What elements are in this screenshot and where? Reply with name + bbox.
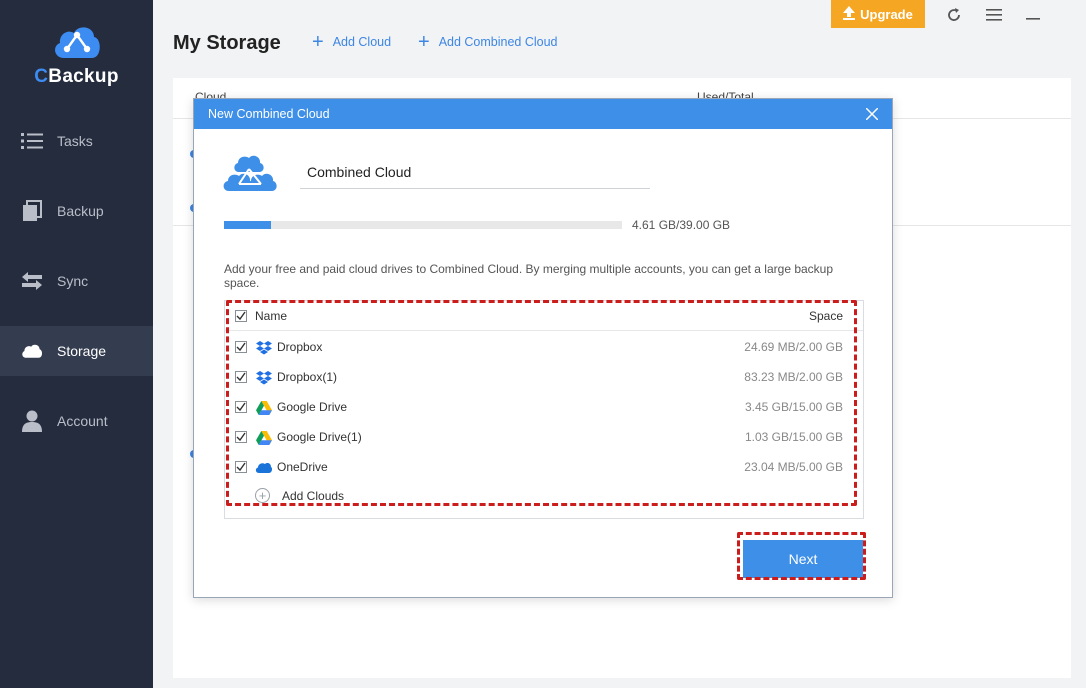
- item-space: 83.23 MB/2.00 GB: [744, 370, 843, 384]
- dialog-titlebar: New Combined Cloud: [194, 99, 892, 129]
- sidebar-item-label: Storage: [57, 343, 107, 359]
- check-icon: [236, 342, 246, 352]
- add-clouds-button[interactable]: + Add Clouds: [255, 488, 344, 503]
- app-logo: CBackup: [0, 22, 153, 88]
- select-all-checkbox[interactable]: [235, 310, 247, 322]
- dialog-close-button[interactable]: [862, 104, 882, 124]
- item-space: 24.69 MB/2.00 GB: [744, 340, 843, 354]
- sidebar-item-tasks[interactable]: Tasks: [0, 116, 153, 166]
- list-icon: [21, 130, 43, 152]
- onedrive-icon: [255, 459, 272, 476]
- item-checkbox[interactable]: [235, 371, 247, 383]
- page-title: My Storage: [173, 32, 281, 54]
- google-drive-icon: [255, 399, 272, 416]
- dialog-description: Add your free and paid cloud drives to C…: [224, 262, 834, 290]
- item-checkbox[interactable]: [235, 341, 247, 353]
- check-icon: [236, 402, 246, 412]
- sidebar: CBackup Tasks Backup Sync Storage Accoun…: [0, 0, 153, 688]
- sidebar-item-label: Backup: [57, 203, 104, 219]
- item-space: 23.04 MB/5.00 GB: [744, 460, 843, 474]
- plus-icon: +: [418, 31, 430, 53]
- add-cloud-button[interactable]: + Add Cloud: [312, 31, 391, 53]
- storage-usage-fill: [224, 221, 271, 229]
- copy-icon: [21, 200, 43, 222]
- plus-circle-icon: +: [255, 488, 270, 503]
- item-name: Dropbox(1): [277, 370, 338, 384]
- plus-icon: +: [312, 31, 324, 53]
- menu-button[interactable]: [982, 4, 1006, 26]
- dropbox-icon: [255, 369, 272, 386]
- upgrade-button[interactable]: Upgrade: [831, 0, 925, 28]
- sidebar-item-backup[interactable]: Backup: [0, 186, 153, 236]
- refresh-icon: [948, 8, 960, 21]
- cloud-list-header: Name Space: [225, 301, 863, 331]
- cloud-icon: [21, 340, 43, 362]
- sidebar-item-account[interactable]: Account: [0, 396, 153, 446]
- cloud-list-item[interactable]: Dropbox 24.69 MB/2.00 GB: [225, 332, 863, 362]
- upgrade-arrow-icon: [843, 5, 856, 23]
- item-checkbox[interactable]: [235, 461, 247, 473]
- storage-usage-text: 4.61 GB/39.00 GB: [632, 218, 731, 232]
- check-icon: [236, 311, 246, 321]
- cbackup-logo-icon: [54, 27, 100, 58]
- cloud-list-item[interactable]: OneDrive 23.04 MB/5.00 GB: [225, 452, 863, 482]
- sidebar-item-label: Tasks: [57, 133, 93, 149]
- refresh-button[interactable]: [942, 4, 966, 26]
- app-name: CBackup: [34, 66, 119, 87]
- cloud-drive-list: Name Space Dropbox 24.69 MB/2.00 GB Drop…: [224, 300, 864, 519]
- minimize-button[interactable]: [1021, 4, 1045, 26]
- cloud-list-item[interactable]: Google Drive 3.45 GB/15.00 GB: [225, 392, 863, 422]
- item-name: OneDrive: [277, 460, 328, 474]
- combined-cloud-name-input[interactable]: [300, 155, 650, 189]
- combined-cloud-icon: [223, 154, 277, 199]
- column-header-name: Name: [255, 309, 288, 323]
- cloud-list-item[interactable]: Google Drive(1) 1.03 GB/15.00 GB: [225, 422, 863, 452]
- item-space: 1.03 GB/15.00 GB: [744, 430, 843, 444]
- minimize-icon: [1026, 18, 1040, 20]
- item-checkbox[interactable]: [235, 401, 247, 413]
- sidebar-item-sync[interactable]: Sync: [0, 256, 153, 306]
- new-combined-cloud-dialog: New Combined Cloud 4.61 GB/39.00 GB Add …: [193, 98, 893, 598]
- sync-arrows-icon: [21, 270, 43, 292]
- check-icon: [236, 372, 246, 382]
- user-icon: [21, 410, 43, 432]
- sidebar-item-label: Account: [57, 413, 108, 429]
- next-button[interactable]: Next: [743, 540, 863, 578]
- check-icon: [236, 462, 246, 472]
- dialog-title: New Combined Cloud: [208, 107, 330, 121]
- item-name: Google Drive(1): [277, 430, 362, 444]
- storage-usage-bar: [224, 221, 622, 229]
- close-icon: [866, 108, 878, 120]
- column-header-space: Space: [808, 309, 843, 323]
- item-space: 3.45 GB/15.00 GB: [744, 400, 843, 414]
- item-name: Google Drive: [277, 400, 348, 414]
- check-icon: [236, 432, 246, 442]
- cloud-list-item[interactable]: Dropbox(1) 83.23 MB/2.00 GB: [225, 362, 863, 392]
- item-name: Dropbox: [277, 340, 323, 354]
- item-checkbox[interactable]: [235, 431, 247, 443]
- sidebar-item-label: Sync: [57, 273, 89, 289]
- dropbox-icon: [255, 339, 272, 356]
- google-drive-icon: [255, 429, 272, 446]
- add-combined-cloud-button[interactable]: + Add Combined Cloud: [418, 31, 558, 53]
- hamburger-menu-icon: [986, 9, 1002, 21]
- sidebar-item-storage[interactable]: Storage: [0, 326, 153, 376]
